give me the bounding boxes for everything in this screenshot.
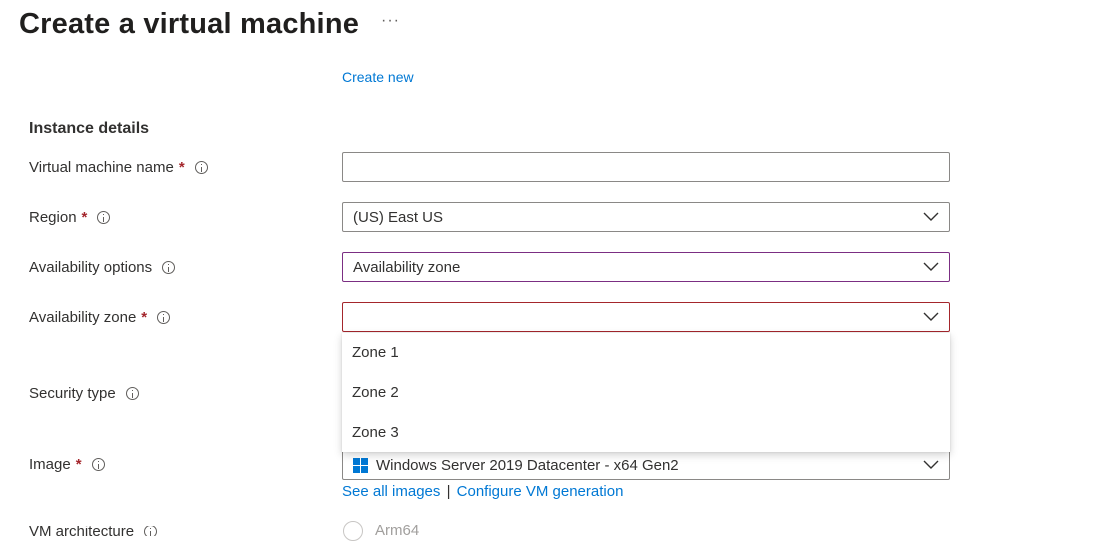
info-icon[interactable] [157,311,171,324]
arm64-label: Arm64 [375,522,420,536]
image-label: Image * [29,456,105,473]
vm-name-label-text: Virtual machine name [29,159,174,176]
link-separator: | [446,483,451,500]
image-value: Windows Server 2019 Datacenter - x64 Gen… [376,456,679,474]
vm-architecture-label-text: VM architecture [29,526,135,536]
configure-vm-generation-link[interactable]: Configure VM generation [457,483,624,500]
availability-zone-dropdown[interactable] [342,302,950,332]
info-icon[interactable] [162,261,176,274]
zone-option[interactable]: Zone 1 [342,333,950,373]
page-title: Create a virtual machine [19,8,360,40]
vm-name-input[interactable] [342,152,950,182]
info-icon[interactable] [97,211,111,224]
availability-zone-label-text: Availability zone [29,309,137,326]
availability-zone-label: Availability zone * [29,309,171,326]
vm-architecture-label: VM architecture [29,526,158,536]
chevron-down-icon [923,460,939,469]
chevron-down-icon [923,312,939,321]
info-icon[interactable] [144,526,158,536]
arm64-radio[interactable] [343,521,363,541]
create-new-link[interactable]: Create new [342,66,414,82]
zone-option[interactable]: Zone 3 [342,413,950,453]
zone-option[interactable]: Zone 2 [342,373,950,413]
availability-options-dropdown[interactable]: Availability zone [342,252,950,282]
info-icon[interactable] [91,458,105,471]
region-label-text: Region [29,209,77,226]
section-title: Instance details [29,120,150,137]
info-icon[interactable] [194,161,208,174]
availability-options-label: Availability options [29,259,176,276]
image-links: See all images | Configure VM generation [342,483,623,500]
chevron-down-icon [923,212,939,221]
region-label: Region * [29,209,111,226]
security-type-label-text: Security type [29,385,116,402]
availability-options-label-text: Availability options [29,259,153,276]
more-options-button[interactable]: ··· [381,12,400,30]
vm-name-label: Virtual machine name * [29,159,208,176]
required-marker: * [178,159,185,176]
security-type-label: Security type [29,385,139,402]
see-all-images-link[interactable]: See all images [342,483,440,500]
region-dropdown[interactable]: (US) East US [342,202,950,232]
windows-icon [353,457,368,473]
availability-zone-options-list: Zone 1 Zone 2 Zone 3 [342,333,950,452]
required-marker: * [81,209,88,226]
image-label-text: Image [29,456,71,473]
required-marker: * [75,456,82,473]
region-value: (US) East US [353,208,444,226]
image-dropdown[interactable]: Windows Server 2019 Datacenter - x64 Gen… [342,450,950,480]
chevron-down-icon [923,262,939,271]
info-icon[interactable] [125,387,139,400]
required-marker: * [141,309,148,326]
availability-options-value: Availability zone [353,258,461,276]
